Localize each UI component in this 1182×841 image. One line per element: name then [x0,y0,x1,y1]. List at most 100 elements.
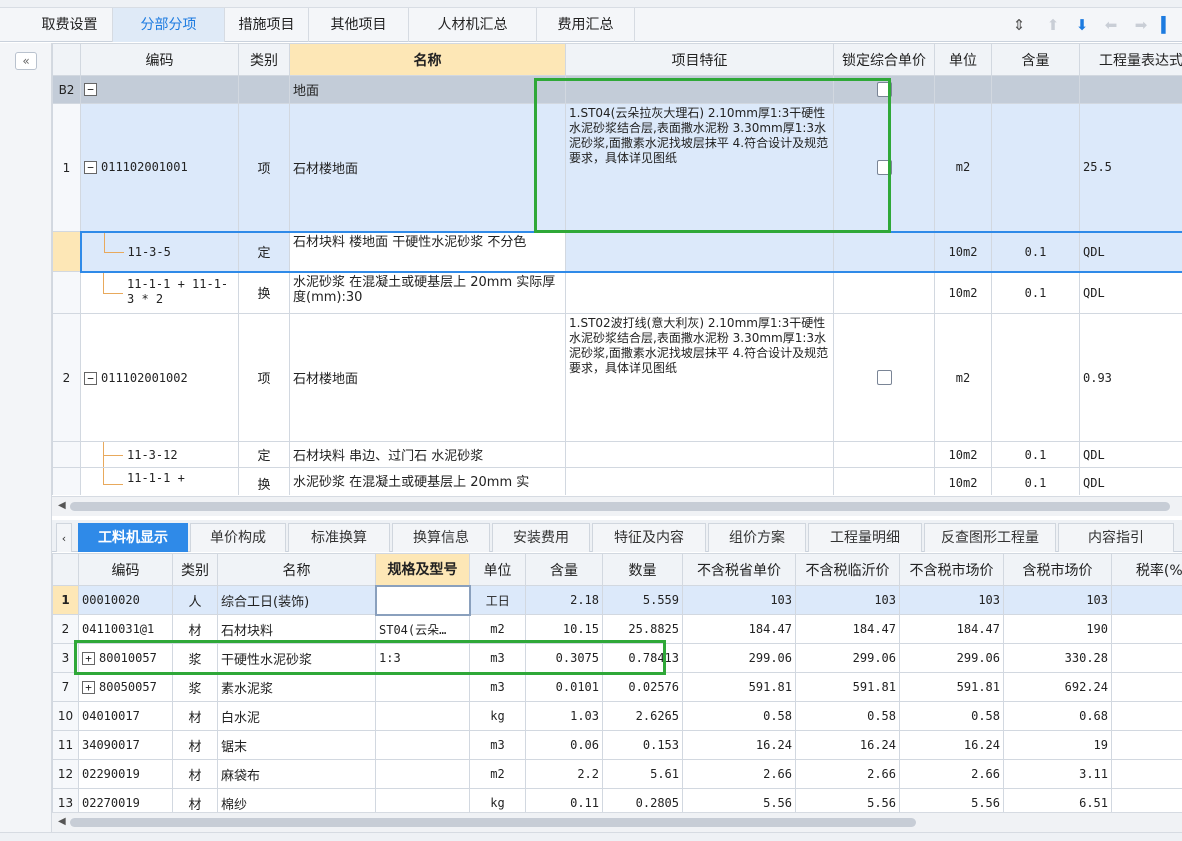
tax-rate-cell[interactable]: 1 [1111,788,1182,812]
lm-header-quantity[interactable]: 数量 [602,553,683,586]
unit-cell[interactable]: 10m2 [934,467,992,495]
code-cell[interactable]: 00010020 [78,585,173,615]
scroll-left-icon[interactable]: ◀ [58,816,66,827]
feature-cell[interactable]: 1.ST04(云朵拉灰大理石) 2.10mm厚1:3干硬性水泥砂浆结合层,表面撒… [565,103,834,232]
unit-cell[interactable]: m3 [469,730,526,760]
tab-features-content[interactable]: 特征及内容 [592,523,706,552]
linyi-price-cell[interactable]: 103 [795,585,900,615]
code-cell[interactable]: +80050057 [78,672,173,702]
type-cell[interactable]: 定 [238,441,290,468]
content-cell[interactable]: 2.18 [525,585,603,615]
unit-cell[interactable]: kg [469,701,526,731]
province-price-cell[interactable]: 103 [682,585,796,615]
province-price-cell[interactable]: 2.66 [682,759,796,789]
linyi-price-cell[interactable]: 5.56 [795,788,900,812]
market-price-cell[interactable]: 16.24 [899,730,1004,760]
spec-cell[interactable] [375,759,470,789]
content-cell[interactable] [991,313,1080,442]
arrow-right-icon[interactable]: ➡ [1132,16,1150,34]
content-cell[interactable]: 0.3075 [525,643,603,673]
code-cell[interactable]: −011102001001 [80,103,239,232]
collapse-icon[interactable]: − [84,161,97,175]
content-cell[interactable]: 0.1 [991,271,1080,314]
type-cell[interactable]: 换 [238,467,290,495]
tab-labor-material-summary[interactable]: 人材机汇总 [409,8,537,42]
expression-cell[interactable]: QDL [1079,271,1182,314]
spec-cell[interactable] [375,672,470,702]
code-cell[interactable]: 11-1-1 + 11-1-3 * 2 [80,271,239,314]
expand-icon[interactable]: + [82,681,95,694]
province-price-cell[interactable]: 184.47 [682,614,796,644]
tax-rate-cell[interactable] [1111,585,1182,615]
header-name[interactable]: 名称 [289,43,566,76]
name-cell[interactable]: 石材块料 串边、过门石 水泥砂浆 [289,441,566,468]
unit-cell[interactable]: 工日 [469,585,526,615]
code-cell[interactable]: 02270019 [78,788,173,812]
name-cell[interactable]: 水泥砂浆 在混凝土或硬基层上 20mm 实 [289,467,566,495]
scroll-left-icon[interactable]: ◀ [58,500,66,511]
lm-header-spec[interactable]: 规格及型号 [375,553,470,586]
quantity-cell[interactable]: 0.78413 [602,643,683,673]
taxed-price-cell[interactable]: 103 [1003,585,1112,615]
lm-header-province-price[interactable]: 不含税省单价 [682,553,796,586]
lock-checkbox[interactable] [876,159,892,175]
name-cell[interactable]: 地面 [289,75,566,104]
collapse-left-button[interactable]: « [15,52,37,70]
table-row[interactable]: 1 −011102001001 项 石材楼地面 1.ST04(云朵拉灰大理石) … [52,103,1182,232]
tax-rate-cell[interactable] [1111,643,1182,673]
taxed-price-cell[interactable]: 692.24 [1003,672,1112,702]
tax-rate-cell[interactable] [1111,672,1182,702]
name-cell[interactable]: 白水泥 [217,701,376,731]
table-row[interactable]: 11-1-1 + 11-1-3 * 2 换 水泥砂浆 在混凝土或硬基层上 20m… [52,271,1182,314]
content-cell[interactable]: 1.03 [525,701,603,731]
tab-measures[interactable]: 措施项目 [225,8,309,42]
spec-cell[interactable]: ST04(云朵… [375,614,470,644]
taxed-price-cell[interactable]: 190 [1003,614,1112,644]
lm-table-row[interactable]: 3 +80010057 浆干硬性水泥砂浆 1:3 m3 0.3075 0.78413 299.… [52,643,1182,673]
unit-cell[interactable]: m2 [934,313,992,442]
tax-rate-cell[interactable]: 1 [1111,701,1182,731]
taxed-price-cell[interactable]: 330.28 [1003,643,1112,673]
market-price-cell[interactable]: 2.66 [899,759,1004,789]
tab-items[interactable]: 分部分项 [113,8,225,42]
table-row[interactable]: 11-1-1 + 换 水泥砂浆 在混凝土或硬基层上 20mm 实 10m2 0.… [52,467,1182,495]
code-cell[interactable]: 04010017 [78,701,173,731]
lm-header-market-price[interactable]: 不含税市场价 [899,553,1004,586]
arrow-up-icon[interactable]: ⬆ [1044,16,1062,34]
quantity-cell[interactable]: 5.559 [602,585,683,615]
type-cell[interactable]: 换 [238,271,290,314]
code-cell[interactable]: 11-3-12 [80,441,239,468]
lm-table-row[interactable]: 2 04110031@1 材石材块料 ST04(云朵… m2 10.15 25.8825 18… [52,614,1182,644]
province-price-cell[interactable]: 16.24 [682,730,796,760]
tab-cost-summary[interactable]: 费用汇总 [537,8,635,42]
feature-cell[interactable] [565,230,834,273]
taxed-price-cell[interactable]: 0.68 [1003,701,1112,731]
tab-content-guide[interactable]: 内容指引 [1058,523,1174,552]
name-cell[interactable]: 石材楼地面 [289,103,566,232]
lm-header-type[interactable]: 类别 [172,553,218,586]
feature-cell[interactable] [565,467,834,495]
quantity-cell[interactable]: 25.8825 [602,614,683,644]
lock-checkbox[interactable] [876,370,892,385]
type-cell[interactable]: 材 [172,614,218,644]
feature-cell[interactable]: 1.ST02波打线(意大利灰) 2.10mm厚1:3干硬性水泥砂浆结合层,表面撒… [565,313,834,442]
name-cell[interactable]: 棉纱 [217,788,376,812]
name-cell[interactable]: 石材块料 [217,614,376,644]
content-cell[interactable]: 0.1 [991,441,1080,468]
header-expression[interactable]: 工程量表达式 [1079,43,1182,76]
quantity-cell[interactable]: 2.6265 [602,701,683,731]
unit-cell[interactable]: 10m2 [934,230,992,273]
lm-table-row[interactable]: 11 34090017 材锯末 m3 0.06 0.153 16.24 16.24 16.24 1… [52,730,1182,760]
feature-cell[interactable] [565,441,834,468]
name-cell[interactable]: 综合工日(装饰) [217,585,376,615]
name-cell[interactable]: 石材楼地面 [289,313,566,442]
quantity-cell[interactable]: 0.153 [602,730,683,760]
tax-rate-cell[interactable]: 1 [1111,759,1182,789]
content-cell[interactable]: 0.1 [991,230,1080,273]
scroll-thumb[interactable] [70,818,916,827]
type-cell[interactable]: 材 [172,788,218,812]
lm-header-tax-rate[interactable]: 税率(%) [1111,553,1182,586]
unit-cell[interactable]: m2 [469,614,526,644]
type-cell[interactable]: 项 [238,103,290,232]
content-cell[interactable]: 0.1 [991,467,1080,495]
